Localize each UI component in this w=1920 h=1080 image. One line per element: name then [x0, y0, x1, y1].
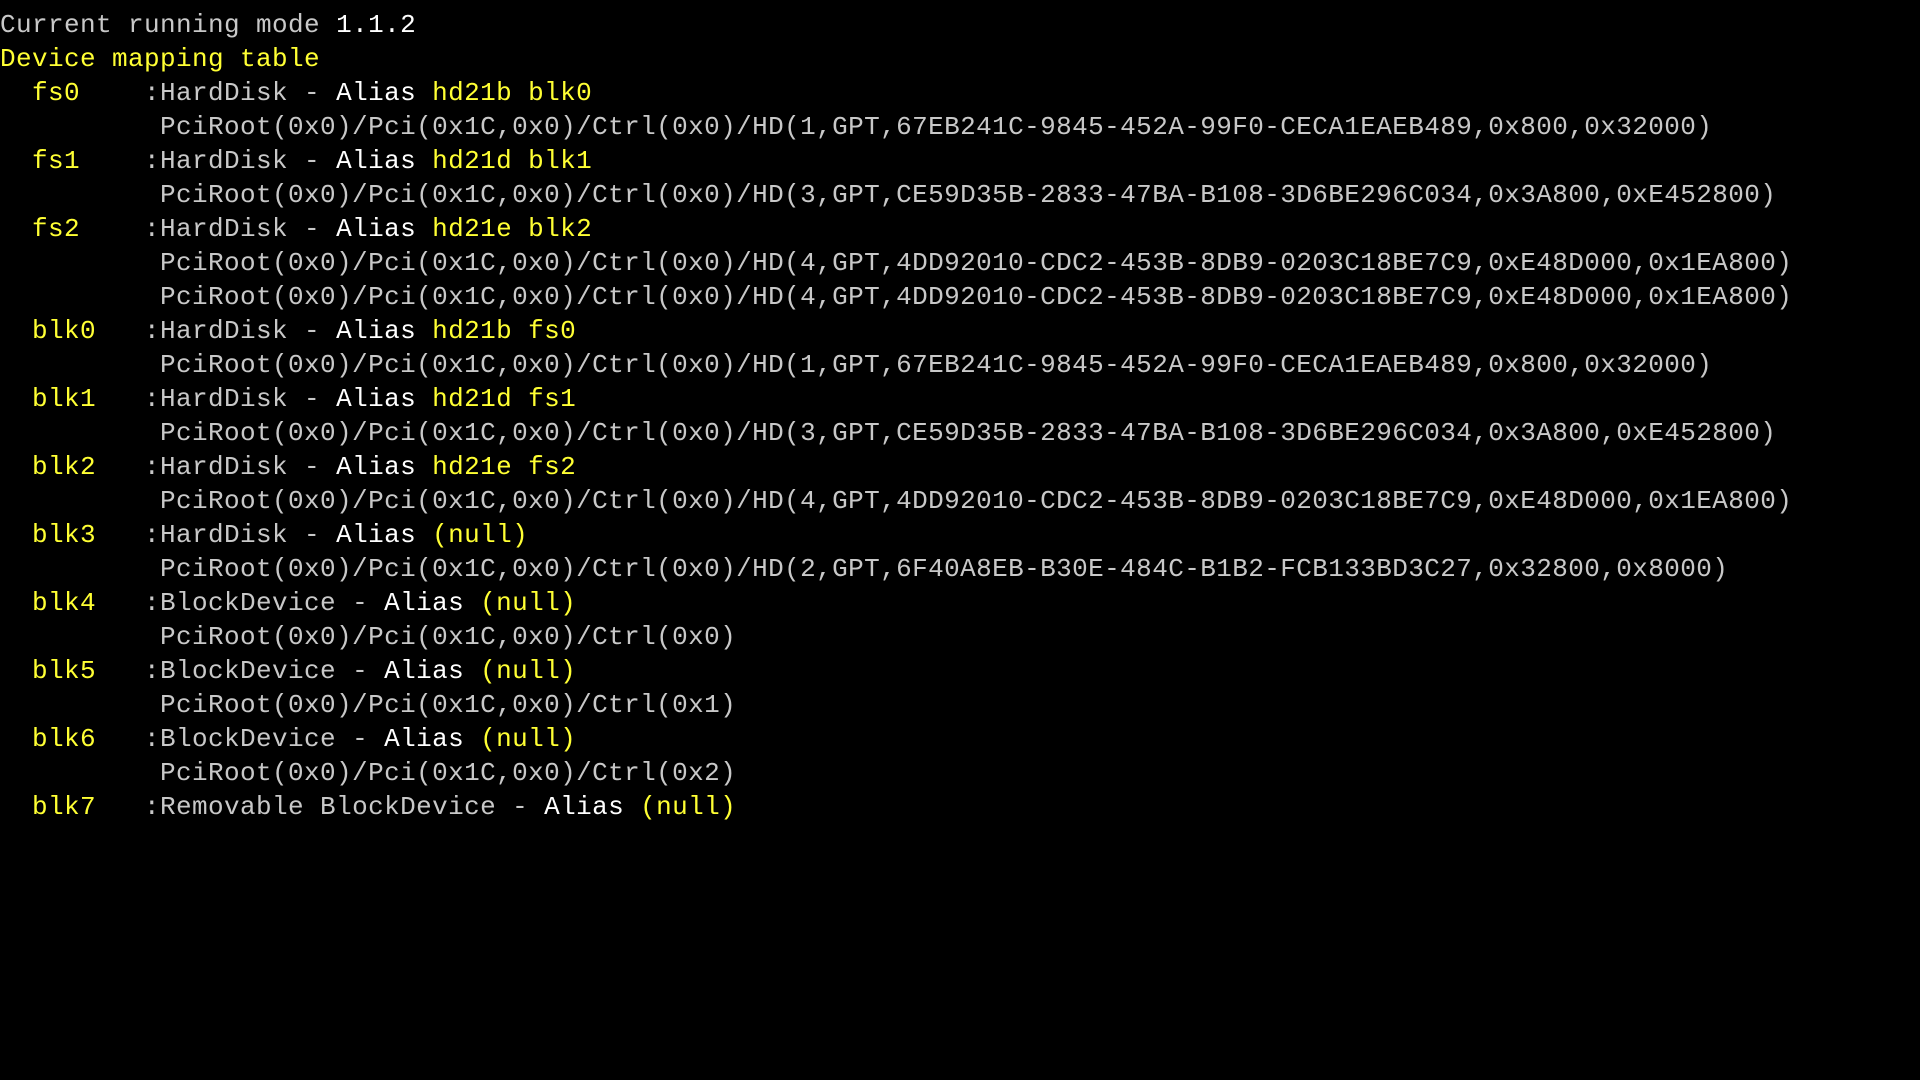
device-path: PciRoot(0x0)/Pci(0x1C,0x0)/Ctrl(0x0) — [0, 622, 736, 652]
alias-value: hd21d fs1 — [432, 384, 576, 414]
alias-label: Alias — [336, 146, 432, 176]
device-name: fs2 — [0, 214, 128, 244]
device-path: PciRoot(0x0)/Pci(0x1C,0x0)/Ctrl(0x0)/HD(… — [0, 486, 1792, 516]
device-kind: :BlockDevice - — [128, 724, 384, 754]
device-name: blk7 — [0, 792, 128, 822]
device-kind: :HardDisk - — [128, 214, 336, 244]
alias-label: Alias — [336, 316, 432, 346]
device-path: PciRoot(0x0)/Pci(0x1C,0x0)/Ctrl(0x0)/HD(… — [0, 282, 1792, 312]
alias-label: Alias — [384, 724, 480, 754]
alias-label: Alias — [384, 656, 480, 686]
device-name: blk4 — [0, 588, 128, 618]
alias-value: (null) — [480, 588, 576, 618]
device-kind: :HardDisk - — [128, 520, 336, 550]
alias-label: Alias — [384, 588, 480, 618]
device-kind: :HardDisk - — [128, 146, 336, 176]
device-path: PciRoot(0x0)/Pci(0x1C,0x0)/Ctrl(0x0)/HD(… — [0, 554, 1728, 584]
device-name: blk0 — [0, 316, 128, 346]
device-name: blk5 — [0, 656, 128, 686]
device-path: PciRoot(0x0)/Pci(0x1C,0x0)/Ctrl(0x0)/HD(… — [0, 180, 1776, 210]
device-kind: :HardDisk - — [128, 452, 336, 482]
alias-value: (null) — [640, 792, 736, 822]
alias-value: hd21d blk1 — [432, 146, 592, 176]
device-path-dup: PciRoot(0x0)/Pci(0x1C,0x0)/Ctrl(0x0)/HD(… — [0, 248, 1792, 278]
device-kind: :HardDisk - — [128, 316, 336, 346]
device-kind: :BlockDevice - — [128, 656, 384, 686]
efi-shell-terminal: Current running mode 1.1.2 Device mappin… — [0, 0, 1920, 824]
device-name: blk3 — [0, 520, 128, 550]
device-name: blk2 — [0, 452, 128, 482]
device-path: PciRoot(0x0)/Pci(0x1C,0x0)/Ctrl(0x1) — [0, 690, 736, 720]
device-name: fs0 — [0, 78, 128, 108]
alias-label: Alias — [336, 384, 432, 414]
alias-label: Alias — [336, 520, 432, 550]
alias-value: (null) — [432, 520, 528, 550]
device-name: blk1 — [0, 384, 128, 414]
device-name: fs1 — [0, 146, 128, 176]
alias-value: hd21e blk2 — [432, 214, 592, 244]
device-path: PciRoot(0x0)/Pci(0x1C,0x0)/Ctrl(0x2) — [0, 758, 736, 788]
device-name: blk6 — [0, 724, 128, 754]
alias-label: Alias — [544, 792, 640, 822]
alias-value: hd21b blk0 — [432, 78, 592, 108]
table-title: Device mapping table — [0, 44, 320, 74]
device-path: PciRoot(0x0)/Pci(0x1C,0x0)/Ctrl(0x0)/HD(… — [0, 418, 1776, 448]
alias-value: (null) — [480, 724, 576, 754]
mode-version: 1.1.2 — [336, 10, 416, 40]
device-kind: :HardDisk - — [128, 78, 336, 108]
mode-label: Current running mode — [0, 10, 336, 40]
alias-value: hd21b fs0 — [432, 316, 576, 346]
alias-value: (null) — [480, 656, 576, 686]
alias-label: Alias — [336, 452, 432, 482]
alias-value: hd21e fs2 — [432, 452, 576, 482]
alias-label: Alias — [336, 78, 432, 108]
device-kind: :Removable BlockDevice - — [128, 792, 544, 822]
device-kind: :HardDisk - — [128, 384, 336, 414]
alias-label: Alias — [336, 214, 432, 244]
device-path: PciRoot(0x0)/Pci(0x1C,0x0)/Ctrl(0x0)/HD(… — [0, 112, 1712, 142]
device-path: PciRoot(0x0)/Pci(0x1C,0x0)/Ctrl(0x0)/HD(… — [0, 350, 1712, 380]
device-kind: :BlockDevice - — [128, 588, 384, 618]
